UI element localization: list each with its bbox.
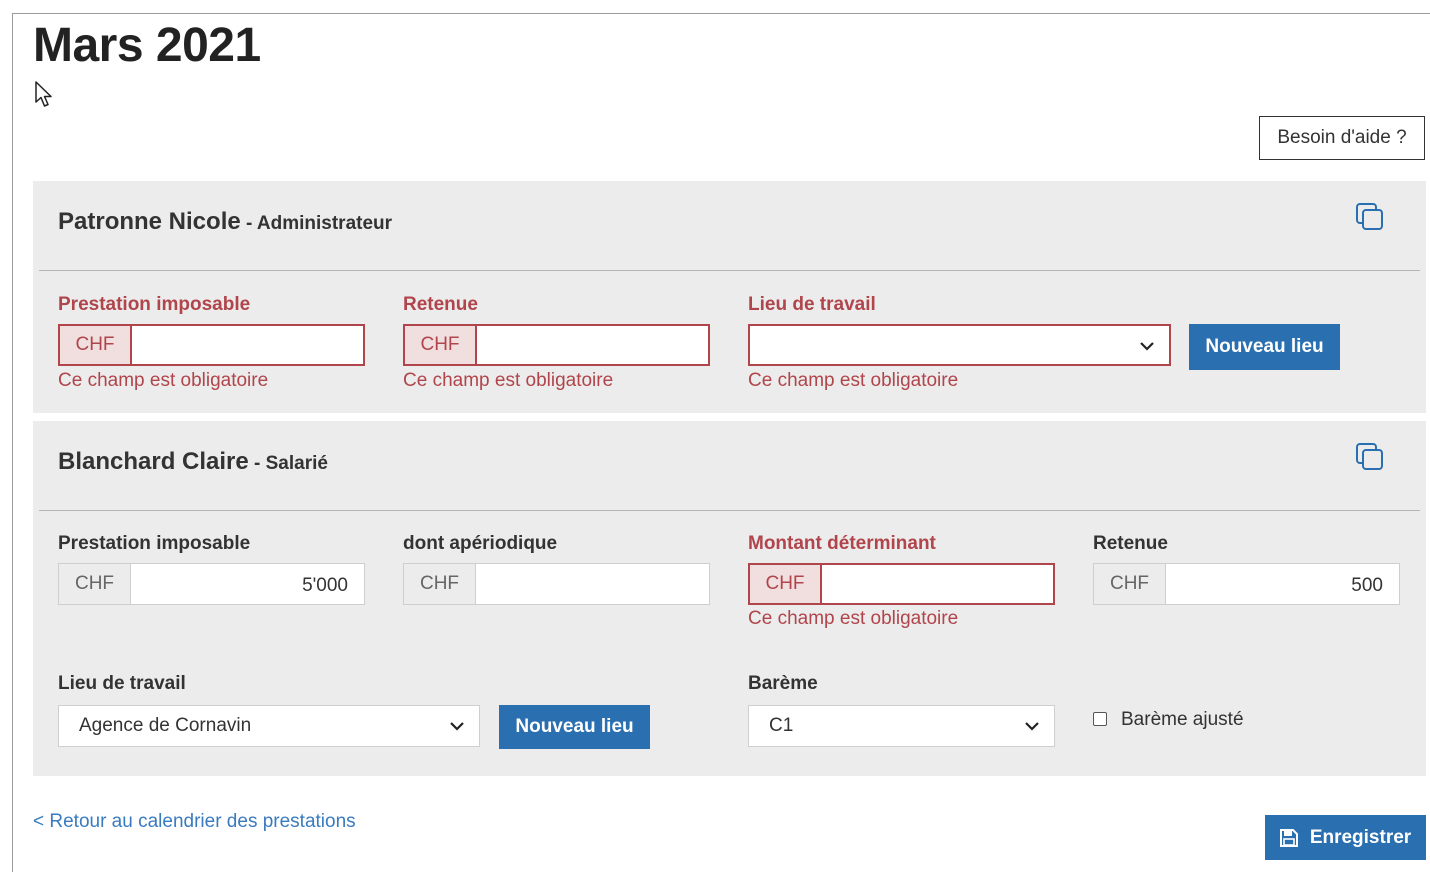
dont-aperiodique-value[interactable] [476, 564, 709, 604]
currency-addon: CHF [59, 564, 131, 604]
employee-card-patronne: Patronne Nicole - Administrateur Prestat… [33, 181, 1426, 413]
prestation-imposable-input[interactable]: CHF [58, 324, 365, 366]
chevron-down-icon [1025, 722, 1039, 731]
bareme-ajuste-label[interactable]: Barème ajusté [1121, 709, 1244, 731]
bareme-value: C1 [769, 715, 794, 736]
prestation-imposable-label: Prestation imposable [58, 533, 251, 554]
bareme-label: Barème [748, 673, 818, 694]
retenue-input[interactable]: CHF [403, 324, 710, 366]
montant-determinant-value[interactable] [822, 565, 1053, 603]
lieu-de-travail-label: Lieu de travail [748, 294, 876, 315]
prestation-imposable-value[interactable]: 5'000 [131, 564, 364, 604]
prestation-imposable-label: Prestation imposable [58, 294, 251, 315]
employee-role: - Salarié [248, 453, 328, 474]
montant-determinant-label: Montant déterminant [748, 533, 936, 554]
retenue-error: Ce champ est obligatoire [403, 370, 614, 391]
card-divider [39, 270, 1420, 271]
frame-left-border [12, 13, 13, 872]
nouveau-lieu-button[interactable]: Nouveau lieu [499, 705, 650, 749]
dont-aperiodique-label: dont apériodique [403, 533, 558, 554]
mouse-pointer-icon [35, 81, 52, 107]
floppy-disk-icon [1279, 828, 1298, 847]
card-divider [39, 510, 1420, 511]
montant-determinant-error: Ce champ est obligatoire [748, 608, 959, 629]
currency-addon: CHF [1094, 564, 1166, 604]
employee-role: - Administrateur [240, 213, 393, 234]
help-button[interactable]: Besoin d'aide ? [1259, 116, 1425, 160]
prestation-imposable-input[interactable]: CHF 5'000 [58, 563, 365, 605]
currency-addon: CHF [60, 326, 132, 364]
lieu-de-travail-select[interactable] [748, 324, 1171, 366]
retenue-input[interactable]: CHF 500 [1093, 563, 1400, 605]
retenue-value[interactable]: 500 [1166, 564, 1399, 604]
copy-icon[interactable] [1355, 442, 1385, 472]
prestation-imposable-value[interactable] [132, 326, 363, 364]
currency-addon: CHF [750, 565, 822, 603]
retenue-label: Retenue [1093, 533, 1168, 554]
dont-aperiodique-input[interactable]: CHF [403, 563, 710, 605]
retenue-label: Retenue [403, 294, 478, 315]
employee-header: Patronne Nicole - Administrateur [58, 208, 392, 236]
back-to-calendar-link[interactable]: < Retour au calendrier des prestations [33, 811, 356, 833]
copy-icon[interactable] [1355, 202, 1385, 232]
montant-determinant-input[interactable]: CHF [748, 563, 1055, 605]
currency-addon: CHF [404, 564, 476, 604]
bareme-select[interactable]: C1 [748, 705, 1055, 747]
employee-name: Patronne Nicole [58, 208, 241, 235]
retenue-value[interactable] [477, 326, 708, 364]
lieu-de-travail-label: Lieu de travail [58, 673, 186, 694]
nouveau-lieu-button[interactable]: Nouveau lieu [1189, 324, 1340, 370]
save-button-label: Enregistrer [1309, 826, 1412, 848]
currency-addon: CHF [405, 326, 477, 364]
bareme-ajuste-checkbox[interactable] [1093, 712, 1107, 726]
lieu-de-travail-select[interactable]: Agence de Cornavin [58, 705, 480, 747]
prestation-imposable-error: Ce champ est obligatoire [58, 370, 269, 391]
employee-name: Blanchard Claire [58, 448, 249, 475]
chevron-down-icon [450, 722, 464, 731]
employee-header: Blanchard Claire - Salarié [58, 448, 328, 476]
chevron-down-icon [1140, 342, 1154, 351]
frame-top-border [13, 13, 1430, 14]
save-button[interactable]: Enregistrer [1265, 815, 1426, 860]
employee-card-blanchard: Blanchard Claire - Salarié Prestation im… [33, 421, 1426, 776]
lieu-de-travail-error: Ce champ est obligatoire [748, 370, 959, 391]
page-title: Mars 2021 [33, 19, 261, 72]
lieu-de-travail-value: Agence de Cornavin [79, 715, 252, 736]
